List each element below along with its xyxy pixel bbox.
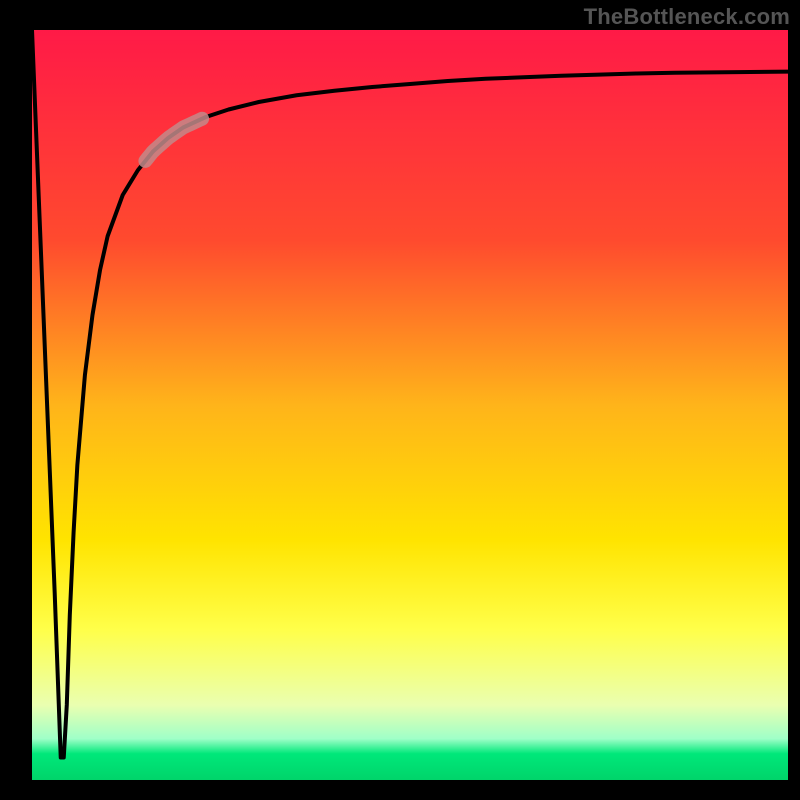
- watermark-label: TheBottleneck.com: [584, 4, 790, 30]
- chart-container: TheBottleneck.com: [0, 0, 800, 800]
- plot-area: [32, 30, 788, 780]
- bottleneck-chart: [0, 0, 800, 800]
